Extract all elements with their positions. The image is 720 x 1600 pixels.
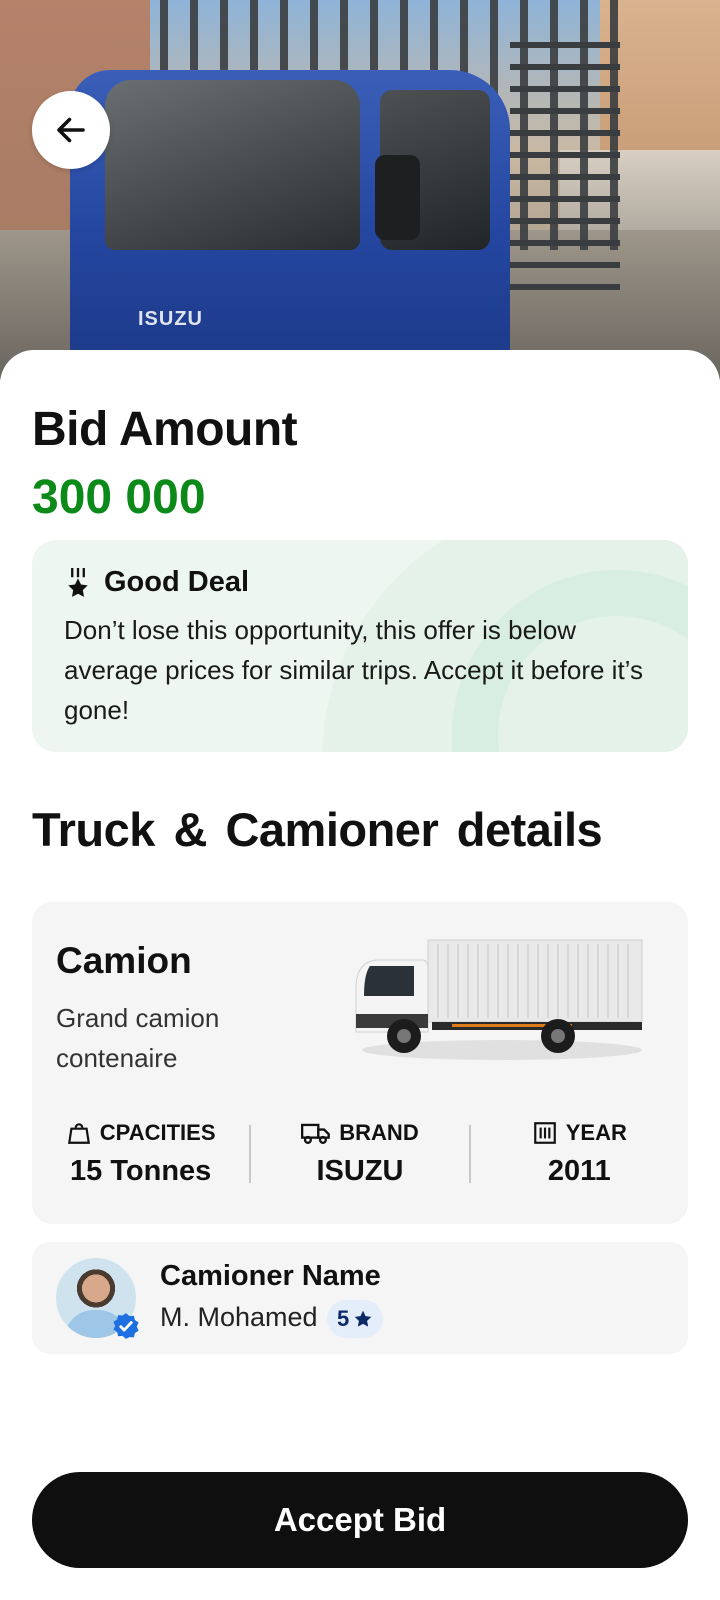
truck-icon [301, 1123, 331, 1144]
spec-capacity-value: 15 Tonnes [70, 1155, 212, 1187]
spec-year-label: YEAR [565, 1120, 627, 1145]
weight-icon [67, 1123, 90, 1144]
truck-card: Camion Grand camion contenaire CPACITIES… [32, 902, 688, 1224]
truck-brand-badge: ISUZU [138, 308, 203, 330]
good-deal-message: Don’t lose this opportunity, this offer … [64, 615, 643, 725]
section-title: Truck & Camioner details [32, 803, 603, 856]
good-deal-label: Good Deal [104, 566, 250, 598]
calendar-grid-icon [533, 1122, 556, 1144]
rating-value: 5 [337, 1306, 350, 1331]
back-button[interactable] [32, 91, 110, 169]
spec-year: YEAR 2011 [471, 1117, 688, 1197]
bid-amount-title: Bid Amount [32, 403, 298, 456]
spec-capacity-label: CPACITIES [99, 1120, 216, 1145]
arrow-left-icon [57, 117, 85, 143]
spec-year-value: 2011 [547, 1155, 611, 1187]
camioner-name: M. Mohamed [160, 1302, 318, 1332]
camioner-card[interactable]: Camioner Name M. Mohamed 5 [32, 1242, 688, 1354]
truck-description: Grand camion contenaire [56, 1003, 220, 1073]
truck-name: Camion [56, 940, 192, 981]
spec-capacity: CPACITIES 15 Tonnes [32, 1117, 249, 1197]
camioner-title: Camioner Name [160, 1260, 381, 1292]
good-deal-card: Good Deal Don’t lose this opportunity, t… [32, 540, 688, 752]
spec-brand-label: BRAND [339, 1120, 419, 1145]
truck-specs: CPACITIES 15 Tonnes BRAND ISUZU YEAR 201… [32, 1117, 688, 1197]
rating-badge: 5 [327, 1300, 384, 1338]
spec-brand: BRAND ISUZU [251, 1117, 468, 1197]
spec-brand-value: ISUZU [316, 1155, 404, 1187]
star-icon [354, 1310, 372, 1327]
truck-photo: ISUZU [0, 0, 720, 380]
verified-badge-icon [113, 1313, 139, 1339]
bid-amount-value: 300 000 [32, 471, 206, 524]
award-star-icon [68, 567, 88, 597]
accept-bid-button[interactable]: Accept Bid [32, 1472, 688, 1568]
truck-illustration [355, 939, 643, 1060]
